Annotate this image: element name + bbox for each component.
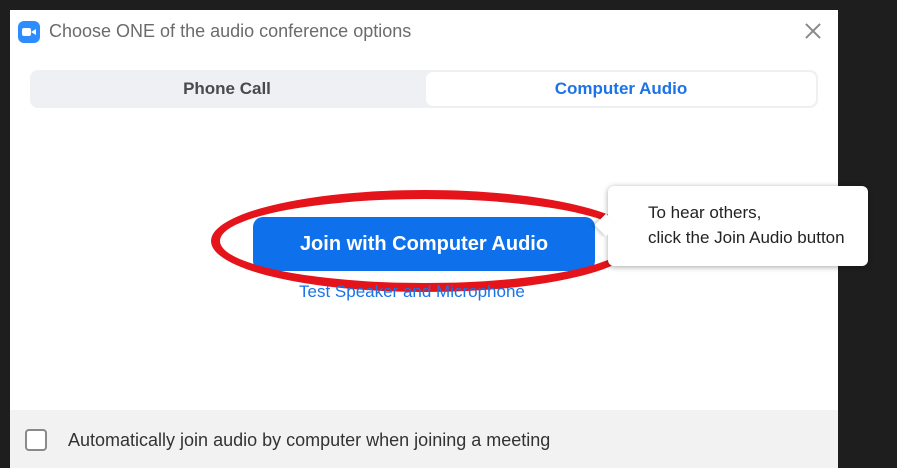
tab-computer-audio[interactable]: Computer Audio [426,72,816,106]
camera-lens-shape [31,29,36,35]
close-icon[interactable] [802,20,824,42]
title-bar: Choose ONE of the audio conference optio… [10,10,838,54]
window-title: Choose ONE of the audio conference optio… [49,21,412,41]
auto-join-audio-label: Automatically join audio by computer whe… [68,430,551,450]
zoom-camera-icon [18,21,40,43]
tooltip-text-line-2: click the Join Audio button [648,228,845,247]
auto-join-audio-checkbox[interactable] [25,429,47,451]
join-audio-tooltip: To hear others, click the Join Audio but… [594,186,868,266]
camera-body-shape [22,28,31,36]
test-speaker-microphone-link[interactable]: Test Speaker and Microphone [299,282,525,302]
audio-option-tabs: Phone Call Computer Audio [30,70,818,108]
screen: Choose ONE of the audio conference optio… [0,0,897,468]
footer-bar: Automatically join audio by computer whe… [10,410,838,468]
tooltip-text-line-1: To hear others, [648,203,762,222]
tab-phone-call[interactable]: Phone Call [30,70,424,108]
join-with-computer-audio-button[interactable]: Join with Computer Audio [253,217,595,271]
